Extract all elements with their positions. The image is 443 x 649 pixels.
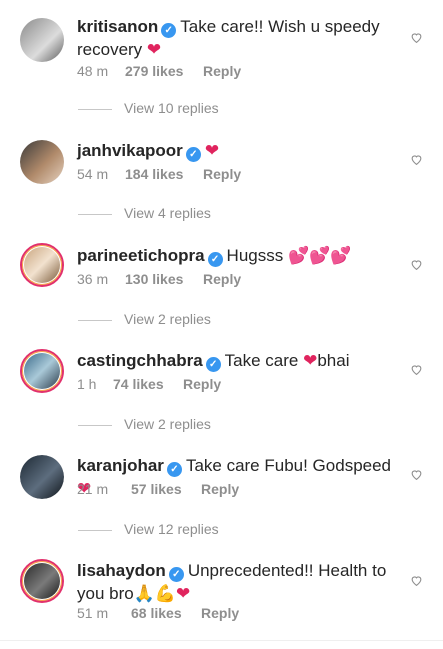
view-replies-button[interactable]: View 4 replies bbox=[78, 205, 211, 221]
emoji: 💕💕💕 bbox=[287, 246, 352, 265]
avatar[interactable] bbox=[20, 243, 64, 287]
comment-meta: 36 m 130 likes Reply bbox=[77, 271, 241, 287]
comment-body: castingchhabra ✓ Take care ❤bhai bbox=[77, 349, 397, 372]
emoji: ❤ bbox=[303, 351, 318, 370]
reply-button[interactable]: Reply bbox=[201, 481, 239, 497]
timestamp: 51 m bbox=[77, 605, 109, 621]
verified-badge-icon: ✓ bbox=[185, 147, 201, 162]
reply-button[interactable]: Reply bbox=[203, 271, 241, 287]
comment-text: Take care Fubu! Godspeed bbox=[185, 456, 392, 475]
view-replies-label: View 2 replies bbox=[124, 416, 211, 432]
divider bbox=[78, 108, 112, 110]
avatar[interactable] bbox=[20, 349, 64, 393]
divider bbox=[78, 213, 112, 215]
view-replies-label: View 10 replies bbox=[124, 100, 219, 116]
likes-count[interactable]: 184 likes bbox=[125, 166, 203, 182]
view-replies-button[interactable]: View 12 replies bbox=[78, 521, 219, 537]
timestamp: 36 m bbox=[77, 271, 109, 287]
view-replies-button[interactable]: View 2 replies bbox=[78, 311, 211, 327]
comment-meta: 1 h 74 likes Reply bbox=[77, 376, 221, 392]
likes-count[interactable]: 57 likes bbox=[131, 481, 201, 497]
reply-button[interactable]: Reply bbox=[183, 376, 221, 392]
divider bbox=[78, 424, 112, 426]
view-replies-label: View 12 replies bbox=[124, 521, 219, 537]
likes-count[interactable]: 74 likes bbox=[113, 376, 183, 392]
username[interactable]: karanjohar bbox=[77, 456, 164, 475]
likes-count[interactable]: 68 likes bbox=[131, 605, 201, 621]
heart-outline-icon[interactable] bbox=[410, 468, 423, 481]
view-replies-label: View 2 replies bbox=[124, 311, 211, 327]
verified-badge-icon: ✓ bbox=[168, 567, 184, 582]
comments-list: kritisanon ✓ Take care!! Wish u speedy rec… bbox=[0, 0, 443, 649]
heart-outline-icon[interactable] bbox=[410, 258, 423, 271]
likes-count[interactable]: 130 likes bbox=[125, 271, 203, 287]
verified-badge-icon: ✓ bbox=[205, 357, 221, 372]
view-replies-button[interactable]: View 2 replies bbox=[78, 416, 211, 432]
comment-meta: 21 m 57 likes Reply bbox=[77, 481, 239, 497]
heart-outline-icon[interactable] bbox=[410, 574, 423, 587]
timestamp: 21 m bbox=[77, 481, 109, 497]
likes-count[interactable]: 279 likes bbox=[125, 63, 203, 79]
timestamp: 54 m bbox=[77, 166, 109, 182]
view-replies-button[interactable]: View 10 replies bbox=[78, 100, 219, 116]
emoji: ❤ bbox=[146, 40, 162, 59]
comment-body: lisahaydon ✓ Unprecedented!! Health to you… bbox=[77, 559, 397, 605]
comment-text: Hugsss bbox=[226, 246, 284, 265]
verified-badge-icon: ✓ bbox=[166, 462, 182, 477]
username[interactable]: janhvikapoor bbox=[77, 141, 183, 160]
heart-outline-icon[interactable] bbox=[410, 31, 423, 44]
avatar[interactable] bbox=[20, 559, 64, 603]
verified-badge-icon: ✓ bbox=[207, 252, 223, 267]
comment-body: janhvikapoor ✓ ❤ bbox=[77, 139, 397, 162]
divider bbox=[78, 529, 112, 531]
view-replies-label: View 4 replies bbox=[124, 205, 211, 221]
divider bbox=[0, 640, 443, 641]
comment-meta: 48 m 279 likes Reply bbox=[77, 63, 241, 79]
username[interactable]: parineetichopra bbox=[77, 246, 205, 265]
comment-body: kritisanon ✓ Take care!! Wish u speedy rec… bbox=[77, 15, 397, 61]
reply-button[interactable]: Reply bbox=[201, 605, 239, 621]
timestamp: 48 m bbox=[77, 63, 109, 79]
avatar[interactable] bbox=[20, 18, 64, 62]
emoji: ❤ bbox=[204, 141, 220, 160]
heart-outline-icon[interactable] bbox=[410, 363, 423, 376]
avatar[interactable] bbox=[20, 455, 64, 499]
username[interactable]: castingchhabra bbox=[77, 351, 203, 370]
reply-button[interactable]: Reply bbox=[203, 63, 241, 79]
username[interactable]: kritisanon bbox=[77, 17, 158, 36]
reply-button[interactable]: Reply bbox=[203, 166, 241, 182]
avatar[interactable] bbox=[20, 140, 64, 184]
username[interactable]: lisahaydon bbox=[77, 561, 166, 580]
comment-text-suffix: bhai bbox=[317, 351, 350, 370]
comment-text: Take care bbox=[224, 351, 299, 370]
emoji: 🙏💪❤ bbox=[133, 584, 191, 603]
comment-body: parineetichopra ✓ Hugsss 💕💕💕 bbox=[77, 244, 397, 267]
comment-meta: 54 m 184 likes Reply bbox=[77, 166, 241, 182]
verified-badge-icon: ✓ bbox=[161, 23, 177, 38]
timestamp: 1 h bbox=[77, 376, 97, 392]
comment-meta: 51 m 68 likes Reply bbox=[77, 605, 239, 621]
divider bbox=[78, 319, 112, 321]
heart-outline-icon[interactable] bbox=[410, 153, 423, 166]
